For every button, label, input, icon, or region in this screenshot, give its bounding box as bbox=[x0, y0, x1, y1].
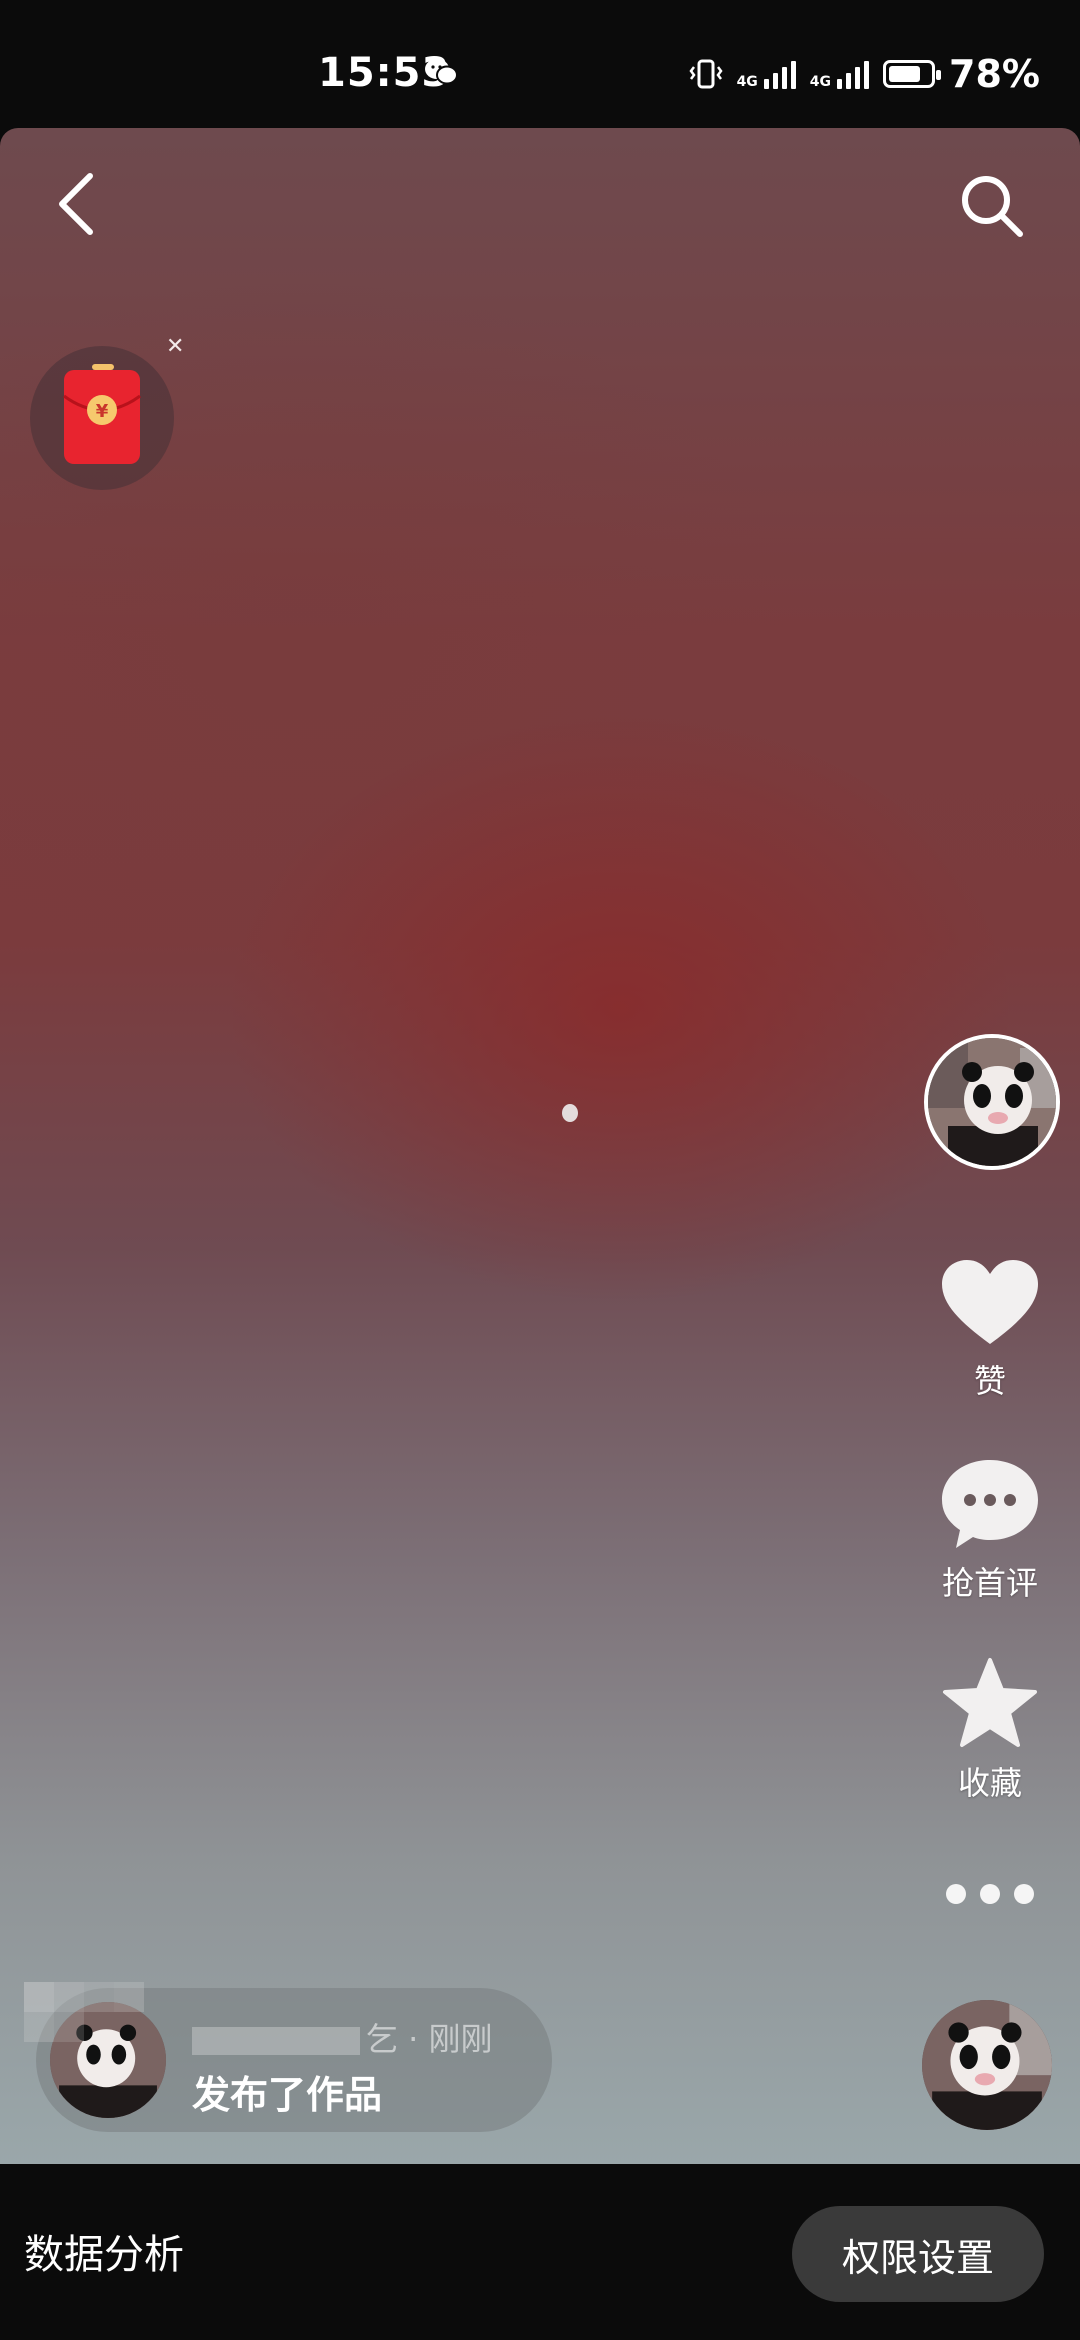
wechat-icon bbox=[425, 59, 458, 85]
notice-action-text: 发布了作品 bbox=[192, 2073, 383, 2117]
signal-icon-2: 4G bbox=[810, 59, 870, 89]
chevron-left-icon[interactable] bbox=[52, 168, 100, 240]
notice-name-line: 乞 · 刚刚 bbox=[192, 2014, 493, 2060]
panda-avatar-image bbox=[922, 2000, 1052, 2130]
heart-icon bbox=[942, 1260, 1038, 1344]
mosaic-block bbox=[114, 1982, 144, 2012]
video-player[interactable]: ¥ ✕ 赞 抢首评 收藏 乞 · 刚刚 发布了作品 bbox=[0, 128, 1080, 2164]
name-redacted bbox=[192, 2027, 360, 2055]
creator-avatar[interactable] bbox=[924, 1034, 1060, 1170]
star-icon bbox=[943, 1658, 1037, 1747]
more-options-icon[interactable] bbox=[946, 1884, 1034, 1904]
comment-action[interactable]: 抢首评 bbox=[920, 1456, 1060, 1604]
data-analysis-link[interactable]: 数据分析 bbox=[24, 2222, 184, 2280]
search-icon[interactable] bbox=[956, 170, 1026, 240]
signal-icon-1: 4G bbox=[737, 59, 796, 89]
comment-icon bbox=[942, 1460, 1038, 1548]
status-right: 4G 4G 78% bbox=[689, 52, 1040, 96]
status-bar: 15:53 4G 4G 78% bbox=[0, 0, 1080, 128]
mosaic-block bbox=[84, 1982, 114, 2012]
favorite-action[interactable]: 收藏 bbox=[920, 1656, 1060, 1804]
vibrate-icon bbox=[689, 59, 723, 89]
panda-avatar-image bbox=[928, 1038, 1056, 1166]
battery-level bbox=[889, 66, 921, 82]
comment-label: 抢首评 bbox=[941, 1564, 1038, 1602]
mosaic-block bbox=[54, 2012, 84, 2042]
favorite-label: 收藏 bbox=[957, 1764, 1022, 1802]
video-speck bbox=[562, 1104, 578, 1122]
like-label: 赞 bbox=[973, 1362, 1006, 1400]
bottom-bar: 数据分析 权限设置 bbox=[0, 2164, 1080, 2340]
red-packet-button[interactable]: ¥ bbox=[30, 346, 174, 490]
battery-text: 78% bbox=[949, 52, 1040, 96]
mosaic-block bbox=[24, 2012, 54, 2042]
battery-icon bbox=[883, 60, 942, 88]
red-envelope-icon: ¥ bbox=[63, 364, 141, 464]
close-icon[interactable]: ✕ bbox=[166, 334, 184, 359]
publish-notice[interactable]: 乞 · 刚刚 发布了作品 bbox=[24, 1982, 552, 2132]
notice-time: 乞 · 刚刚 bbox=[366, 2020, 493, 2058]
like-action[interactable]: 赞 bbox=[920, 1258, 1060, 1402]
music-disc[interactable] bbox=[922, 2000, 1052, 2130]
mosaic-block bbox=[54, 1982, 84, 2012]
permission-settings-button[interactable]: 权限设置 bbox=[792, 2206, 1044, 2302]
mosaic-block bbox=[24, 1982, 54, 2012]
svg-text:¥: ¥ bbox=[96, 401, 109, 422]
